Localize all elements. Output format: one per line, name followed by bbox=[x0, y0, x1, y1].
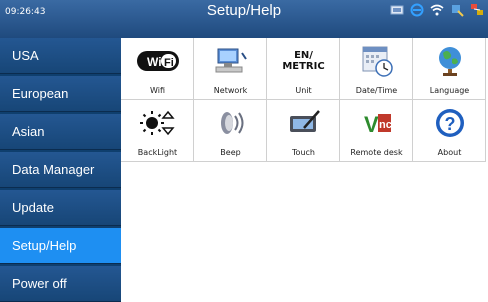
tile-label: Wifi bbox=[150, 86, 165, 95]
tile-label: Date/Time bbox=[355, 86, 398, 95]
status-bar: 09:26:43 Setup/Help bbox=[0, 0, 488, 38]
touch-pen-icon bbox=[267, 106, 340, 140]
vnc-icon: V nc bbox=[340, 106, 413, 140]
settings-grid: Wi Fi Wifi Network EN/METRIC Unit Date/T… bbox=[121, 38, 488, 162]
sidebar-item-power-off[interactable]: Power off bbox=[0, 266, 121, 302]
unit-icon: EN/METRIC bbox=[282, 50, 325, 72]
tile-label: Remote desk bbox=[350, 148, 403, 157]
help-icon: ? bbox=[413, 106, 486, 140]
svg-text:nc: nc bbox=[379, 119, 392, 131]
brightness-icon bbox=[121, 106, 194, 140]
remote-desk-tile[interactable]: V nc Remote desk bbox=[340, 100, 413, 162]
unit-tile[interactable]: EN/METRIC Unit bbox=[267, 38, 340, 100]
sidebar-item-label: Data Manager bbox=[12, 162, 95, 177]
sidebar-item-label: Asian bbox=[12, 124, 45, 139]
svg-text:V: V bbox=[364, 112, 379, 137]
tile-label: Touch bbox=[292, 148, 315, 157]
sidebar-item-label: European bbox=[12, 86, 69, 101]
tile-label: About bbox=[437, 148, 462, 157]
screen-icon bbox=[390, 3, 404, 17]
tile-label: BackLight bbox=[137, 148, 178, 157]
wifi-tile[interactable]: Wi Fi Wifi bbox=[121, 38, 194, 100]
browser-icon[interactable] bbox=[410, 3, 424, 17]
backlight-tile[interactable]: BackLight bbox=[121, 100, 194, 162]
network-icon bbox=[470, 3, 484, 17]
calendar-clock-icon bbox=[340, 44, 413, 78]
speaker-icon bbox=[194, 106, 267, 140]
about-tile[interactable]: ? About bbox=[413, 100, 486, 162]
sidebar-item-label: USA bbox=[12, 48, 39, 63]
network-tile[interactable]: Network bbox=[194, 38, 267, 100]
sidebar: USA European Asian Data Manager Update S… bbox=[0, 38, 121, 302]
status-icons bbox=[390, 3, 484, 17]
sidebar-item-label: Power off bbox=[12, 276, 67, 291]
sidebar-item-label: Setup/Help bbox=[12, 238, 77, 253]
svg-text:Fi: Fi bbox=[164, 57, 174, 69]
svg-text:?: ? bbox=[444, 114, 455, 134]
language-tile[interactable]: Language bbox=[413, 38, 486, 100]
usb-icon bbox=[450, 3, 464, 17]
svg-text:Wi: Wi bbox=[147, 55, 162, 69]
tile-label: Beep bbox=[220, 148, 241, 157]
touch-tile[interactable]: Touch bbox=[267, 100, 340, 162]
beep-tile[interactable]: Beep bbox=[194, 100, 267, 162]
wifi-logo-icon: Wi Fi bbox=[121, 44, 194, 78]
wifi-icon[interactable] bbox=[430, 3, 444, 17]
tile-label: Network bbox=[213, 86, 248, 95]
tile-label: Unit bbox=[295, 86, 312, 95]
sidebar-item-asian[interactable]: Asian bbox=[0, 114, 121, 150]
network-computer-icon bbox=[194, 44, 267, 78]
sidebar-item-usa[interactable]: USA bbox=[0, 38, 121, 74]
datetime-tile[interactable]: Date/Time bbox=[340, 38, 413, 100]
sidebar-item-european[interactable]: European bbox=[0, 76, 121, 112]
sidebar-item-setup-help[interactable]: Setup/Help bbox=[0, 228, 121, 264]
tile-label: Language bbox=[429, 86, 470, 95]
sidebar-item-data-manager[interactable]: Data Manager bbox=[0, 152, 121, 188]
globe-icon bbox=[413, 44, 486, 78]
sidebar-item-update[interactable]: Update bbox=[0, 190, 121, 226]
sidebar-item-label: Update bbox=[12, 200, 54, 215]
